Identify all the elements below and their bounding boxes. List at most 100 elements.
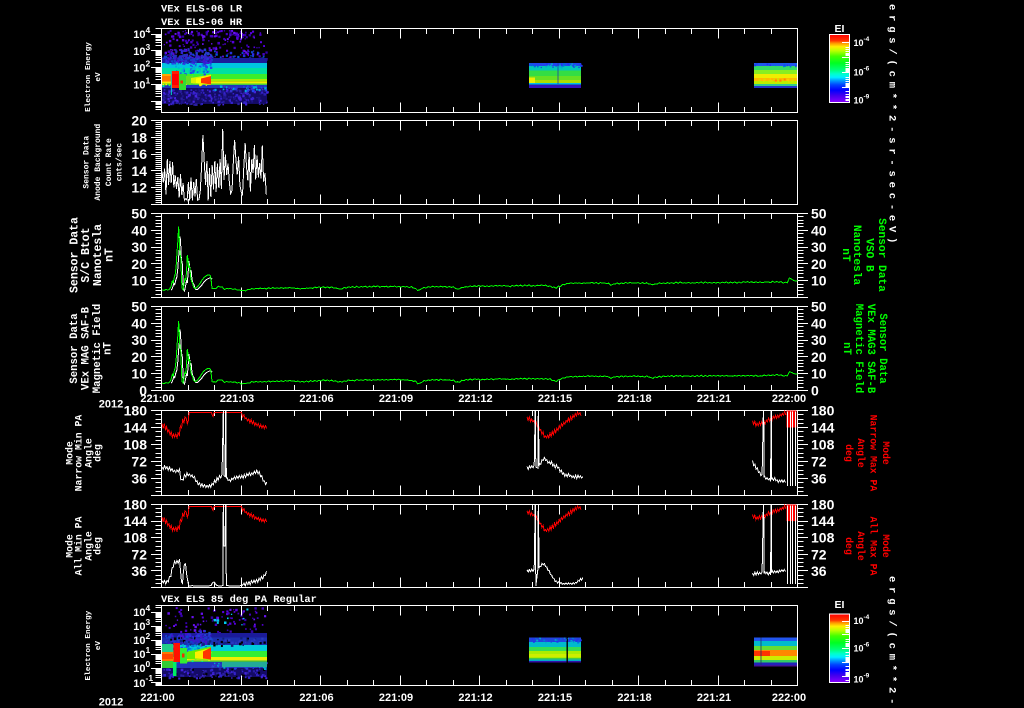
svg-text:10: 10 <box>133 635 145 647</box>
svg-text:36: 36 <box>811 563 827 579</box>
svg-text:144: 144 <box>811 513 835 529</box>
svg-text:2012: 2012 <box>99 697 123 708</box>
svg-text:All Max PA: All Max PA <box>868 517 879 576</box>
svg-text:221:09: 221:09 <box>379 692 413 704</box>
svg-text:221:18: 221:18 <box>617 692 651 704</box>
svg-text:deg: deg <box>843 537 854 555</box>
svg-text:40: 40 <box>811 222 827 238</box>
svg-text:Count Rate: Count Rate <box>105 138 114 186</box>
svg-text:221:09: 221:09 <box>379 393 413 405</box>
svg-text:4: 4 <box>146 25 151 35</box>
svg-text:-6: -6 <box>864 66 870 73</box>
svg-text:108: 108 <box>811 530 835 546</box>
svg-text:50: 50 <box>131 206 147 222</box>
svg-text:40: 40 <box>131 222 147 238</box>
svg-text:10: 10 <box>133 663 145 675</box>
svg-text:10: 10 <box>854 644 864 654</box>
svg-text:222:00: 222:00 <box>772 692 806 704</box>
svg-text:10: 10 <box>854 616 864 626</box>
svg-text:180: 180 <box>124 497 148 513</box>
svg-text:221:15: 221:15 <box>538 393 572 405</box>
svg-text:2: 2 <box>146 59 151 69</box>
svg-text:16: 16 <box>131 146 147 162</box>
svg-text:VEx ELS-06 HR: VEx ELS-06 HR <box>161 17 243 29</box>
svg-text:Mode: Mode <box>880 534 891 558</box>
svg-text:2012: 2012 <box>99 399 123 411</box>
svg-text:10: 10 <box>133 678 145 690</box>
svg-text:20: 20 <box>131 256 147 272</box>
svg-text:30: 30 <box>131 332 147 348</box>
svg-text:1: 1 <box>146 75 151 85</box>
svg-text:36: 36 <box>811 471 827 487</box>
svg-text:144: 144 <box>811 420 835 436</box>
svg-text:deg: deg <box>92 444 103 462</box>
svg-text:-9: -9 <box>864 673 870 680</box>
svg-text:-4: -4 <box>864 36 870 43</box>
svg-text:VSO B: VSO B <box>863 238 875 272</box>
svg-text:180: 180 <box>811 403 835 419</box>
svg-text:221:03: 221:03 <box>220 692 254 704</box>
svg-text:Sensor Data: Sensor Data <box>876 313 888 384</box>
svg-text:221:21: 221:21 <box>697 393 731 405</box>
svg-text:4: 4 <box>146 603 151 613</box>
svg-text:72: 72 <box>811 454 827 470</box>
svg-text:ergs/(cm**2-sr-sec-eV): ergs/(cm**2-sr-sec-eV) <box>886 576 898 708</box>
svg-text:40: 40 <box>811 315 827 331</box>
svg-text:36: 36 <box>131 563 147 579</box>
svg-text:0: 0 <box>146 659 151 669</box>
svg-text:36: 36 <box>131 471 147 487</box>
svg-text:ergs/(cm**2-sr-sec-eV): ergs/(cm**2-sr-sec-eV) <box>886 4 898 248</box>
svg-text:30: 30 <box>811 332 827 348</box>
svg-text:EI: EI <box>835 23 845 35</box>
svg-text:10: 10 <box>811 366 827 382</box>
svg-text:0: 0 <box>811 383 819 399</box>
svg-text:EI: EI <box>835 599 845 611</box>
svg-text:108: 108 <box>124 530 148 546</box>
svg-text:-6: -6 <box>864 642 870 649</box>
svg-text:10: 10 <box>854 95 864 105</box>
svg-text:10: 10 <box>133 46 145 58</box>
svg-text:180: 180 <box>811 497 835 513</box>
svg-text:221:12: 221:12 <box>458 692 492 704</box>
svg-text:221:00: 221:00 <box>140 692 174 704</box>
svg-text:10: 10 <box>854 68 864 78</box>
svg-text:221:12: 221:12 <box>458 393 492 405</box>
svg-text:-4: -4 <box>864 614 870 621</box>
svg-text:Electron Energy: Electron Energy <box>85 610 93 680</box>
svg-text:108: 108 <box>811 437 835 453</box>
svg-text:221:06: 221:06 <box>299 393 333 405</box>
svg-text:10: 10 <box>854 38 864 48</box>
svg-text:Magnetic Field: Magnetic Field <box>852 304 864 394</box>
svg-text:10: 10 <box>133 607 145 619</box>
svg-text:10: 10 <box>133 621 145 633</box>
svg-text:221:03: 221:03 <box>220 393 254 405</box>
svg-text:20: 20 <box>131 113 147 129</box>
svg-text:VEx ELS 85 deg PA Regular: VEx ELS 85 deg PA Regular <box>161 594 317 606</box>
svg-text:12: 12 <box>131 180 147 196</box>
svg-text:30: 30 <box>811 239 827 255</box>
svg-text:nT: nT <box>839 248 851 262</box>
svg-text:72: 72 <box>131 546 147 562</box>
svg-text:10: 10 <box>133 649 145 661</box>
svg-text:222:00: 222:00 <box>772 393 806 405</box>
svg-text:VEx ELS-06 LR: VEx ELS-06 LR <box>161 4 243 16</box>
svg-text:Mode: Mode <box>880 441 891 465</box>
svg-text:1: 1 <box>146 645 151 655</box>
svg-text:10: 10 <box>131 273 147 289</box>
svg-text:144: 144 <box>124 513 148 529</box>
svg-text:72: 72 <box>131 454 147 470</box>
svg-text:50: 50 <box>131 299 147 315</box>
svg-text:221:21: 221:21 <box>697 692 731 704</box>
svg-text:nT: nT <box>104 248 117 262</box>
svg-text:50: 50 <box>811 206 827 222</box>
svg-text:221:00: 221:00 <box>140 393 174 405</box>
svg-text:Electron Energy: Electron Energy <box>85 42 93 112</box>
svg-text:108: 108 <box>124 437 148 453</box>
svg-text:20: 20 <box>811 349 827 365</box>
svg-text:10: 10 <box>133 29 145 41</box>
svg-text:3: 3 <box>146 617 151 627</box>
svg-text:2: 2 <box>146 631 151 641</box>
svg-text:10: 10 <box>133 63 145 75</box>
svg-text:Sensor Data: Sensor Data <box>83 136 92 189</box>
svg-text:-9: -9 <box>864 93 870 100</box>
